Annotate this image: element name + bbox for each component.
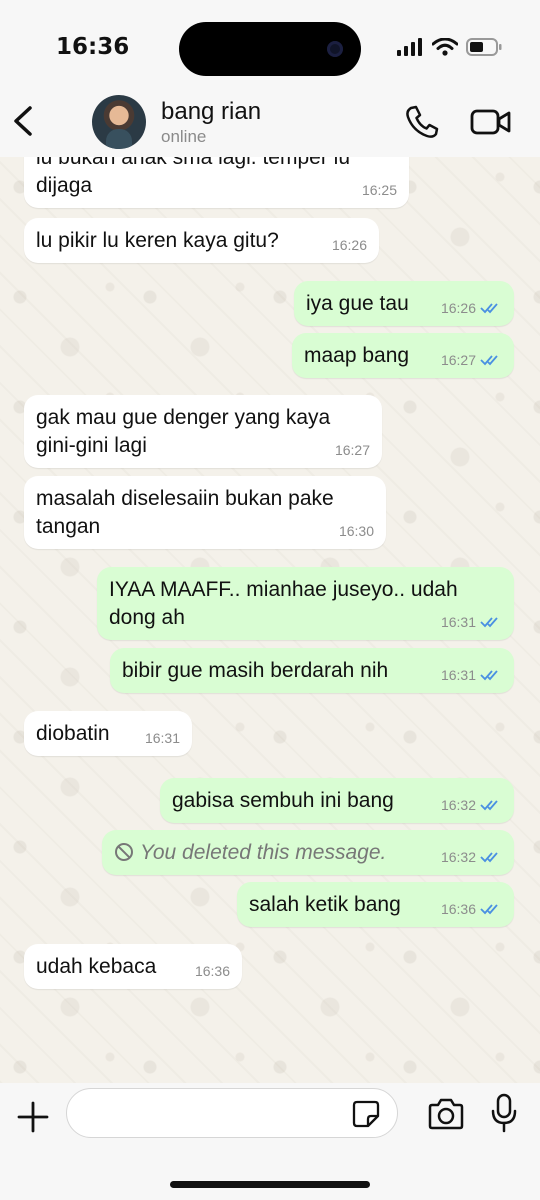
message-bubble[interactable]: masalah diselesaiin bukan pake tangan 16… [24,476,386,549]
message-meta: 16:27 [441,352,502,368]
signal-icon [397,38,422,56]
message-text: salah ketik bang [249,893,401,916]
message-time: 16:27 [334,442,370,458]
message-meta: 16:31 [441,667,502,683]
message-bubble[interactable]: 16:31 diobatin [24,711,192,756]
message-time: 16:31 [440,667,476,683]
message-time: 16:25 [361,182,397,198]
message-bubble[interactable]: IYAA MAAFF.. mianhae juseyo.. udah dong … [97,567,514,640]
message-bubble-deleted[interactable]: 16:32 You deleted this message. [102,830,514,875]
message-time: 16:26 [331,237,367,253]
double-check-icon [480,303,498,314]
message-bubble[interactable]: 16:36 salah ketik bang [237,882,514,927]
message-text: diobatin [36,722,110,745]
message-time: 16:26 [440,300,476,316]
message-text: udah kebaca [36,955,157,978]
message-text: lu pikir lu keren kaya gitu? [36,229,279,252]
message-meta: 16:32 [441,797,502,813]
message-input[interactable] [66,1088,398,1138]
message-time: 16:36 [440,901,476,917]
message-bubble[interactable]: 16:26 iya gue tau [294,281,514,326]
message-bubble[interactable]: gak mau gue denger yang kaya gini-gini l… [24,395,382,468]
message-text: lu bukan anak sma lagi. temper lu dijaga [36,157,351,197]
status-bar: 16:36 [0,0,540,95]
message-bubble[interactable]: 16:31 bibir gue masih berdarah nih [110,648,514,693]
message-meta: 16:26 [441,300,502,316]
double-check-icon [480,904,498,915]
message-bubble[interactable]: lu bukan anak sma lagi. temper lu dijaga… [24,157,409,208]
message-time: 16:32 [440,797,476,813]
camera-icon[interactable] [428,1097,464,1131]
front-camera-icon [327,41,343,57]
avatar[interactable] [92,95,146,149]
mic-icon[interactable] [491,1093,517,1133]
double-check-icon [480,617,498,628]
chat-header: bang rian online [0,95,540,158]
message-time: 16:31 [144,730,180,746]
phone-icon[interactable] [404,104,440,140]
message-time: 16:27 [440,352,476,368]
message-list[interactable]: lu bukan anak sma lagi. temper lu dijaga… [0,157,540,1083]
message-bubble[interactable]: 16:32 gabisa sembuh ini bang [160,778,514,823]
message-time: 16:31 [440,614,476,630]
message-text: gak mau gue denger yang kaya gini-gini l… [36,406,331,457]
video-icon[interactable] [470,107,512,137]
message-time: 16:30 [338,523,374,539]
double-check-icon [480,800,498,811]
message-bubble[interactable]: 16:27 maap bang [292,333,514,378]
message-meta: 16:31 [441,614,502,630]
message-text: iya gue tau [306,292,409,315]
system-icons [396,38,502,56]
back-icon[interactable] [10,103,40,139]
message-text: masalah diselesaiin bukan pake tangan [36,487,334,538]
contact-status: online [161,127,207,146]
message-meta: 16:36 [441,901,502,917]
message-bubble[interactable]: 16:36 udah kebaca [24,944,242,989]
message-text: maap bang [304,344,410,367]
home-indicator [170,1181,370,1188]
message-meta: 16:32 [441,849,502,865]
double-check-icon [480,852,498,863]
message-text: bibir gue masih berdarah nih [122,659,389,682]
message-time: 16:32 [440,849,476,865]
double-check-icon [480,355,498,366]
message-time: 16:36 [194,963,230,979]
message-text: You deleted this message. [140,841,387,864]
message-text: gabisa sembuh ini bang [172,789,394,812]
message-text: IYAA MAAFF.. mianhae juseyo.. udah dong … [109,578,458,629]
input-bar [0,1083,540,1200]
double-check-icon [480,670,498,681]
plus-icon[interactable] [16,1100,50,1134]
message-bubble[interactable]: 16:26 lu pikir lu keren kaya gitu? [24,218,379,263]
contact-name[interactable]: bang rian [161,98,261,126]
battery-icon [466,38,502,56]
sticker-icon[interactable] [352,1100,380,1128]
deleted-icon [115,843,133,861]
wifi-icon [432,38,458,56]
dynamic-island [179,22,361,76]
status-time: 16:36 [56,34,130,60]
